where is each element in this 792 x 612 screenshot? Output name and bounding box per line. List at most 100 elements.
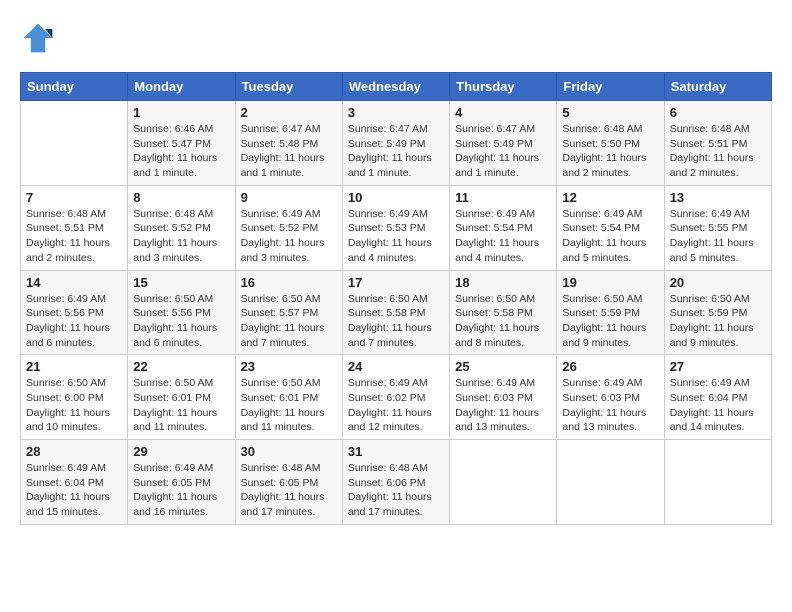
day-number: 31 — [348, 444, 444, 459]
calendar-cell: 9 Sunrise: 6:49 AM Sunset: 5:52 PM Daylig… — [235, 185, 342, 270]
day-number: 16 — [241, 275, 337, 290]
day-number: 14 — [26, 275, 122, 290]
day-info: Sunrise: 6:50 AM Sunset: 5:58 PM Dayligh… — [455, 292, 551, 351]
day-info: Sunrise: 6:49 AM Sunset: 6:04 PM Dayligh… — [670, 376, 766, 435]
calendar-cell: 7Sunrise: 6:48 AM Sunset: 5:51 PM Daylig… — [21, 185, 128, 270]
header-day: Monday — [128, 73, 235, 101]
day-number: 29 — [133, 444, 229, 459]
day-number: 22 — [133, 359, 229, 374]
calendar-cell: 22 Sunrise: 6:50 AM Sunset: 6:01 PM Dayli… — [128, 355, 235, 440]
day-number: 1 — [133, 105, 229, 120]
logo — [20, 20, 60, 56]
header-day: Saturday — [664, 73, 771, 101]
calendar-cell: 19Sunrise: 6:50 AM Sunset: 5:59 PM Dayli… — [557, 270, 664, 355]
day-info: Sunrise: 6:49 AM Sunset: 5:56 PM Dayligh… — [26, 292, 122, 351]
page-header — [20, 20, 772, 56]
day-info: Sunrise: 6:50 AM Sunset: 5:59 PM Dayligh… — [562, 292, 658, 351]
day-number: 12 — [562, 190, 658, 205]
calendar-cell: 8 Sunrise: 6:48 AM Sunset: 5:52 PM Daylig… — [128, 185, 235, 270]
calendar-cell: 10 Sunrise: 6:49 AM Sunset: 5:53 PM Dayli… — [342, 185, 449, 270]
calendar-cell — [664, 440, 771, 525]
calendar-cell: 24Sunrise: 6:49 AM Sunset: 6:02 PM Dayli… — [342, 355, 449, 440]
calendar-table: SundayMondayTuesdayWednesdayThursdayFrid… — [20, 72, 772, 525]
calendar-cell: 23 Sunrise: 6:50 AM Sunset: 6:01 PM Dayli… — [235, 355, 342, 440]
calendar-cell: 29Sunrise: 6:49 AM Sunset: 6:05 PM Dayli… — [128, 440, 235, 525]
day-number: 28 — [26, 444, 122, 459]
calendar-header: SundayMondayTuesdayWednesdayThursdayFrid… — [21, 73, 772, 101]
calendar-cell: 5 Sunrise: 6:48 AM Sunset: 5:50 PM Daylig… — [557, 101, 664, 186]
calendar-cell — [557, 440, 664, 525]
day-info: Sunrise: 6:50 AM Sunset: 6:00 PM Dayligh… — [26, 376, 122, 435]
day-number: 7 — [26, 190, 122, 205]
calendar-cell — [21, 101, 128, 186]
calendar-cell: 1 Sunrise: 6:46 AM Sunset: 5:47 PM Daylig… — [128, 101, 235, 186]
header-day: Sunday — [21, 73, 128, 101]
day-number: 9 — [241, 190, 337, 205]
day-info: Sunrise: 6:49 AM Sunset: 6:03 PM Dayligh… — [562, 376, 658, 435]
day-info: Sunrise: 6:49 AM Sunset: 5:52 PM Dayligh… — [241, 207, 337, 266]
day-info: Sunrise: 6:49 AM Sunset: 5:53 PM Dayligh… — [348, 207, 444, 266]
calendar-cell: 30 Sunrise: 6:48 AM Sunset: 6:05 PM Dayli… — [235, 440, 342, 525]
day-info: Sunrise: 6:50 AM Sunset: 5:56 PM Dayligh… — [133, 292, 229, 351]
calendar-body: 1 Sunrise: 6:46 AM Sunset: 5:47 PM Daylig… — [21, 101, 772, 525]
day-info: Sunrise: 6:49 AM Sunset: 5:54 PM Dayligh… — [562, 207, 658, 266]
calendar-cell: 18 Sunrise: 6:50 AM Sunset: 5:58 PM Dayli… — [450, 270, 557, 355]
day-info: Sunrise: 6:49 AM Sunset: 6:03 PM Dayligh… — [455, 376, 551, 435]
day-number: 13 — [670, 190, 766, 205]
calendar-cell: 13 Sunrise: 6:49 AM Sunset: 5:55 PM Dayli… — [664, 185, 771, 270]
calendar-cell: 15 Sunrise: 6:50 AM Sunset: 5:56 PM Dayli… — [128, 270, 235, 355]
calendar-cell: 20 Sunrise: 6:50 AM Sunset: 5:59 PM Dayli… — [664, 270, 771, 355]
day-info: Sunrise: 6:47 AM Sunset: 5:48 PM Dayligh… — [241, 122, 337, 181]
day-number: 2 — [241, 105, 337, 120]
day-info: Sunrise: 6:48 AM Sunset: 5:50 PM Dayligh… — [562, 122, 658, 181]
day-info: Sunrise: 6:50 AM Sunset: 5:59 PM Dayligh… — [670, 292, 766, 351]
header-day: Wednesday — [342, 73, 449, 101]
header-row: SundayMondayTuesdayWednesdayThursdayFrid… — [21, 73, 772, 101]
day-number: 25 — [455, 359, 551, 374]
calendar-cell: 16 Sunrise: 6:50 AM Sunset: 5:57 PM Dayli… — [235, 270, 342, 355]
calendar-week: 28 Sunrise: 6:49 AM Sunset: 6:04 PM Dayli… — [21, 440, 772, 525]
day-number: 3 — [348, 105, 444, 120]
day-number: 8 — [133, 190, 229, 205]
day-number: 17 — [348, 275, 444, 290]
calendar-week: 14 Sunrise: 6:49 AM Sunset: 5:56 PM Dayli… — [21, 270, 772, 355]
calendar-cell: 6 Sunrise: 6:48 AM Sunset: 5:51 PM Daylig… — [664, 101, 771, 186]
day-number: 20 — [670, 275, 766, 290]
day-info: Sunrise: 6:50 AM Sunset: 6:01 PM Dayligh… — [241, 376, 337, 435]
day-info: Sunrise: 6:47 AM Sunset: 5:49 PM Dayligh… — [348, 122, 444, 181]
calendar-cell: 26Sunrise: 6:49 AM Sunset: 6:03 PM Dayli… — [557, 355, 664, 440]
day-info: Sunrise: 6:49 AM Sunset: 5:54 PM Dayligh… — [455, 207, 551, 266]
day-number: 11 — [455, 190, 551, 205]
day-info: Sunrise: 6:46 AM Sunset: 5:47 PM Dayligh… — [133, 122, 229, 181]
day-info: Sunrise: 6:48 AM Sunset: 5:52 PM Dayligh… — [133, 207, 229, 266]
calendar-cell: 4 Sunrise: 6:47 AM Sunset: 5:49 PM Daylig… — [450, 101, 557, 186]
day-number: 15 — [133, 275, 229, 290]
day-info: Sunrise: 6:50 AM Sunset: 5:57 PM Dayligh… — [241, 292, 337, 351]
calendar-cell: 17 Sunrise: 6:50 AM Sunset: 5:58 PM Dayli… — [342, 270, 449, 355]
calendar-cell: 27Sunrise: 6:49 AM Sunset: 6:04 PM Dayli… — [664, 355, 771, 440]
day-info: Sunrise: 6:50 AM Sunset: 5:58 PM Dayligh… — [348, 292, 444, 351]
calendar-cell: 28 Sunrise: 6:49 AM Sunset: 6:04 PM Dayli… — [21, 440, 128, 525]
day-number: 10 — [348, 190, 444, 205]
header-day: Friday — [557, 73, 664, 101]
day-number: 18 — [455, 275, 551, 290]
calendar-cell: 14 Sunrise: 6:49 AM Sunset: 5:56 PM Dayli… — [21, 270, 128, 355]
calendar-week: 1 Sunrise: 6:46 AM Sunset: 5:47 PM Daylig… — [21, 101, 772, 186]
day-number: 23 — [241, 359, 337, 374]
day-info: Sunrise: 6:49 AM Sunset: 5:55 PM Dayligh… — [670, 207, 766, 266]
day-number: 30 — [241, 444, 337, 459]
day-info: Sunrise: 6:50 AM Sunset: 6:01 PM Dayligh… — [133, 376, 229, 435]
calendar-cell — [450, 440, 557, 525]
day-info: Sunrise: 6:47 AM Sunset: 5:49 PM Dayligh… — [455, 122, 551, 181]
day-info: Sunrise: 6:48 AM Sunset: 6:05 PM Dayligh… — [241, 461, 337, 520]
day-number: 6 — [670, 105, 766, 120]
day-number: 5 — [562, 105, 658, 120]
day-info: Sunrise: 6:48 AM Sunset: 5:51 PM Dayligh… — [670, 122, 766, 181]
logo-icon — [20, 20, 56, 56]
day-number: 4 — [455, 105, 551, 120]
calendar-cell: 11 Sunrise: 6:49 AM Sunset: 5:54 PM Dayli… — [450, 185, 557, 270]
day-info: Sunrise: 6:49 AM Sunset: 6:04 PM Dayligh… — [26, 461, 122, 520]
calendar-week: 7Sunrise: 6:48 AM Sunset: 5:51 PM Daylig… — [21, 185, 772, 270]
calendar-cell: 2 Sunrise: 6:47 AM Sunset: 5:48 PM Daylig… — [235, 101, 342, 186]
day-info: Sunrise: 6:48 AM Sunset: 6:06 PM Dayligh… — [348, 461, 444, 520]
